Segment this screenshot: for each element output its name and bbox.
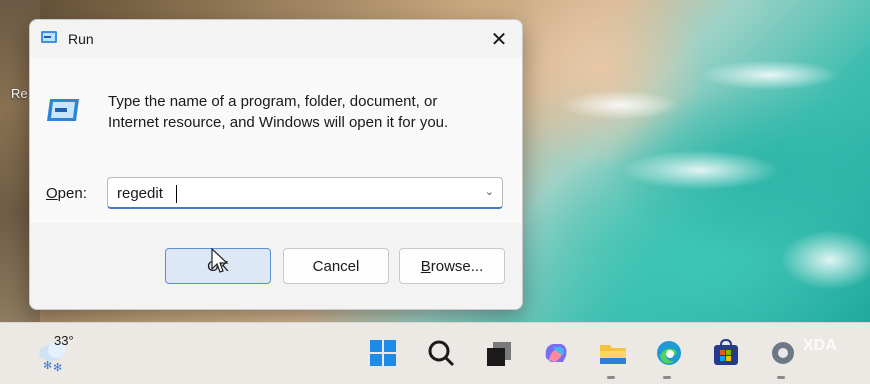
close-icon: ✕: [490, 28, 508, 51]
copilot-icon[interactable]: [541, 338, 571, 368]
running-indicator: [607, 376, 615, 379]
wave-foam: [780, 230, 870, 290]
open-label: Open:: [46, 185, 87, 202]
weather-temperature[interactable]: 33°: [54, 333, 74, 348]
running-indicator: [777, 376, 785, 379]
svg-text:✻: ✻: [53, 362, 62, 373]
wave-foam: [620, 150, 780, 190]
dialog-title: Run: [68, 31, 94, 47]
file-explorer-icon[interactable]: [598, 338, 628, 368]
run-program-icon: [47, 99, 79, 121]
dialog-titlebar[interactable]: Run ✕: [30, 20, 522, 58]
watermark-logo: XDA: [803, 337, 837, 354]
run-dialog: Run ✕ Type the name of a program, folder…: [29, 19, 523, 310]
dialog-footer: OK Cancel Browse...: [30, 223, 522, 309]
open-combobox[interactable]: regedit ⌄: [107, 177, 503, 209]
open-input[interactable]: regedit: [117, 185, 163, 202]
start-icon[interactable]: [368, 338, 398, 368]
microsoft-store-icon[interactable]: [711, 338, 741, 368]
settings-icon[interactable]: [768, 338, 798, 368]
desktop-icon-label[interactable]: Re: [11, 86, 28, 101]
cancel-button[interactable]: Cancel: [283, 248, 389, 284]
chevron-down-icon[interactable]: ⌄: [485, 185, 494, 198]
run-app-icon: [41, 31, 57, 43]
text-caret: [176, 185, 177, 203]
search-icon[interactable]: [426, 338, 456, 368]
taskbar: ✻ ✻ 33°: [0, 322, 870, 384]
wave-foam: [560, 90, 680, 120]
browse-button[interactable]: Browse...: [399, 248, 505, 284]
dialog-description: Type the name of a program, folder, docu…: [108, 93, 449, 131]
wave-foam: [700, 60, 840, 90]
task-view-icon[interactable]: [484, 338, 514, 368]
close-button[interactable]: ✕: [476, 20, 522, 58]
dialog-content: Type the name of a program, folder, docu…: [30, 58, 522, 223]
edge-icon[interactable]: [654, 338, 684, 368]
running-indicator: [663, 376, 671, 379]
mouse-pointer-icon: [211, 248, 229, 273]
svg-text:✻: ✻: [43, 360, 52, 372]
